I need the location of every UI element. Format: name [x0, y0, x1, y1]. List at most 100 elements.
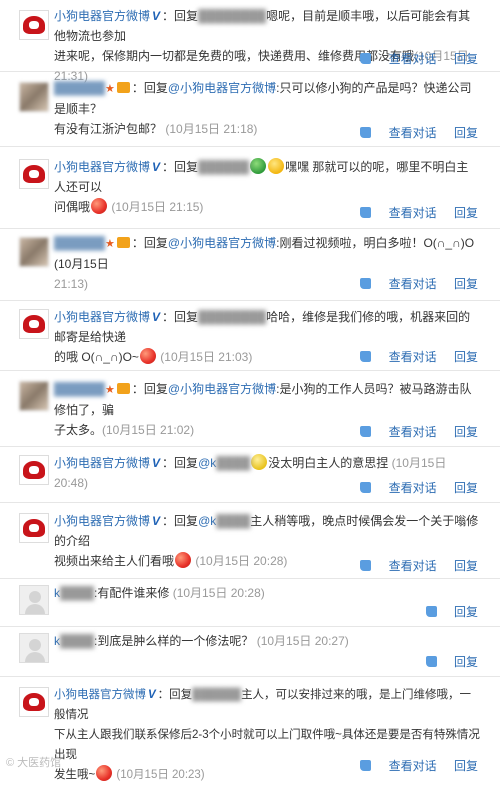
- mention-link[interactable]: @k: [198, 456, 216, 470]
- comment-list: 小狗电器官方微博V：回复████████嗯呢，目前是顺丰哦，以后可能会有其他物流…: [0, 0, 500, 776]
- reply-link[interactable]: 回复: [454, 350, 478, 364]
- star-icon: ★: [105, 83, 115, 95]
- comment-text: 子太多。: [54, 423, 102, 437]
- avatar[interactable]: [19, 687, 49, 717]
- author-name[interactable]: ██████: [54, 81, 105, 95]
- reply-prefix: 回复: [174, 310, 198, 324]
- like-icon[interactable]: [360, 426, 371, 437]
- view-conversation-link[interactable]: 查看对话: [389, 481, 437, 495]
- like-icon[interactable]: [360, 53, 371, 64]
- comment-text: 问偶哦: [54, 200, 90, 214]
- reply-link[interactable]: 回复: [454, 425, 478, 439]
- author-name[interactable]: ██████: [54, 236, 105, 250]
- verified-icon: V: [148, 685, 156, 705]
- like-icon[interactable]: [426, 656, 437, 667]
- view-conversation-link[interactable]: 查看对话: [389, 52, 437, 66]
- reply-link[interactable]: 回复: [454, 605, 478, 619]
- star-icon: ★: [105, 384, 115, 396]
- redacted-name: ████: [216, 456, 250, 470]
- redacted-name: ████: [60, 586, 94, 600]
- like-icon[interactable]: [426, 606, 437, 617]
- reply-prefix: 回复: [144, 81, 168, 95]
- reply-prefix: 回复: [169, 689, 192, 701]
- heart-emoji-icon: [91, 198, 107, 214]
- view-conversation-link[interactable]: 查看对话: [389, 559, 437, 573]
- avatar[interactable]: [19, 237, 49, 267]
- dizzy-emoji-icon: [251, 454, 267, 470]
- verified-icon: V: [152, 511, 160, 531]
- heart-emoji-icon: [175, 552, 191, 568]
- view-conversation-link[interactable]: 查看对话: [389, 759, 437, 773]
- comment-time: (10月15日 21:15): [111, 200, 203, 214]
- author-name[interactable]: 小狗电器官方微博: [54, 9, 150, 23]
- avatar[interactable]: [19, 633, 49, 663]
- author-name[interactable]: 小狗电器官方微博: [54, 456, 150, 470]
- comment-time: (10月15日 20:28): [173, 586, 265, 600]
- view-conversation-link[interactable]: 查看对话: [389, 350, 437, 364]
- reply-prefix: 回复: [144, 236, 168, 250]
- avatar[interactable]: [19, 309, 49, 339]
- redacted-name: ████: [60, 634, 94, 648]
- comment-time: (10月15日 20:28): [195, 554, 287, 568]
- comment-time: (10月15日 20:23): [116, 769, 204, 781]
- reply-prefix: 回复: [174, 160, 198, 174]
- author-name[interactable]: ██████: [54, 382, 105, 396]
- redacted-name: ████: [216, 514, 250, 528]
- avatar[interactable]: [19, 585, 49, 615]
- reply-link[interactable]: 回复: [454, 206, 478, 220]
- like-icon[interactable]: [360, 278, 371, 289]
- comment-time: (10月15日 21:02): [102, 423, 194, 437]
- comment-item: 小狗电器官方微博V：回复████████嗯呢，目前是顺丰哦，以后可能会有其他物流…: [0, 0, 500, 72]
- author-name[interactable]: 小狗电器官方微博: [54, 310, 150, 324]
- like-icon[interactable]: [360, 560, 371, 571]
- comment-text: 的哦 O(∩_∩)O~: [54, 350, 139, 364]
- reply-link[interactable]: 回复: [454, 481, 478, 495]
- view-conversation-link[interactable]: 查看对话: [389, 126, 437, 140]
- author-name[interactable]: 小狗电器官方微博: [54, 514, 150, 528]
- comment-time: (10月15日 20:27): [257, 634, 349, 648]
- reply-prefix: 回复: [174, 9, 198, 23]
- mention-link[interactable]: @k: [198, 514, 216, 528]
- comment-item: ██████★：回复@小狗电器官方微博:是小狗的工作人员吗？被马路游击队修怕了，…: [0, 371, 500, 447]
- reply-link[interactable]: 回复: [454, 126, 478, 140]
- avatar[interactable]: [19, 381, 49, 411]
- verified-icon: V: [152, 453, 160, 473]
- author-name[interactable]: 小狗电器官方微博: [54, 160, 150, 174]
- view-conversation-link[interactable]: 查看对话: [389, 425, 437, 439]
- reply-link[interactable]: 回复: [454, 277, 478, 291]
- comment-text: 发生哦~: [54, 769, 95, 781]
- like-icon[interactable]: [360, 127, 371, 138]
- avatar[interactable]: [19, 455, 49, 485]
- redacted-name: ██████: [198, 160, 249, 174]
- avatar[interactable]: [19, 10, 49, 40]
- reply-link[interactable]: 回复: [454, 759, 478, 773]
- reply-prefix: 回复: [144, 382, 168, 396]
- mention-link[interactable]: @小狗电器官方微博: [168, 81, 276, 95]
- avatar[interactable]: [19, 513, 49, 543]
- like-icon[interactable]: [360, 351, 371, 362]
- reply-link[interactable]: 回复: [454, 559, 478, 573]
- frog-emoji-icon: [250, 158, 266, 174]
- reply-link[interactable]: 回复: [454, 52, 478, 66]
- comment-item: k████:有配件谁来修 (10月15日 20:28) 回复: [0, 579, 500, 627]
- mention-link[interactable]: @小狗电器官方微博: [168, 382, 276, 396]
- reply-link[interactable]: 回复: [454, 655, 478, 669]
- redacted-name: ██████: [192, 689, 241, 701]
- mention-link[interactable]: @小狗电器官方微博: [168, 236, 276, 250]
- avatar[interactable]: [19, 159, 49, 189]
- comment-item: 小狗电器官方微博V：回复██████主人，可以安排过来的哦，是上门维修哦，一般情…: [0, 677, 500, 776]
- view-conversation-link[interactable]: 查看对话: [389, 206, 437, 220]
- like-icon[interactable]: [360, 207, 371, 218]
- heart-emoji-icon: [96, 765, 112, 781]
- view-conversation-link[interactable]: 查看对话: [389, 277, 437, 291]
- vip-icon: [117, 237, 130, 248]
- comment-text: 有没有江浙沪包邮？: [54, 122, 162, 136]
- comment-item: ██████★：回复@小狗电器官方微博:刚看过视频啦，明白多啦！O(∩_∩)O …: [0, 229, 500, 301]
- like-icon[interactable]: [360, 482, 371, 493]
- reply-prefix: 回复: [174, 514, 198, 528]
- comment-item: ██████★：回复@小狗电器官方微博:只可以修小狗的产品是吗？快递公司是顺丰？…: [0, 72, 500, 147]
- avatar[interactable]: [19, 82, 49, 112]
- comment-item: 小狗电器官方微博V：回复████████哈哈，维修是我们修的哦，机器来回的邮寄是…: [0, 301, 500, 371]
- like-icon[interactable]: [360, 760, 371, 771]
- author-name[interactable]: 小狗电器官方微博: [54, 689, 146, 701]
